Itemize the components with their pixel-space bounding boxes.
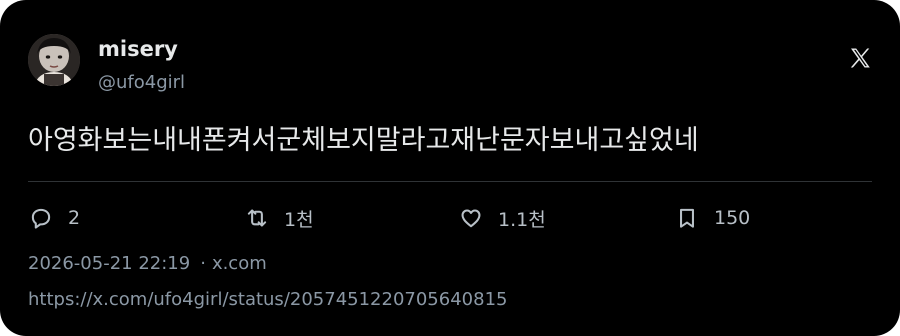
tweet-meta: 2026-05-21 22:19 · x.com: [28, 252, 267, 276]
x-logo-icon[interactable]: [848, 46, 872, 70]
reply-count: 2: [68, 207, 81, 229]
like-button[interactable]: 1.1천: [458, 196, 546, 240]
tweet-card: misery @ufo4girl 아영화보는내내폰켜서군체보지말라고재난문자보내…: [0, 0, 900, 336]
heart-icon: [461, 209, 481, 228]
reply-icon: [31, 208, 51, 229]
author-display-name[interactable]: misery: [98, 36, 178, 62]
timestamp[interactable]: 2026-05-21 22:19: [28, 253, 190, 274]
tweet-text: 아영화보는내내폰켜서군체보지말라고재난문자보내고싶었네: [28, 125, 699, 156]
like-count: 1.1천: [498, 208, 546, 231]
avatar-image-icon: [28, 34, 80, 86]
bookmark-button[interactable]: 150: [674, 196, 750, 240]
action-bar: 2 1천 1.1천 150: [0, 196, 900, 240]
retweet-count: 1천: [284, 208, 314, 231]
bookmark-count: 150: [714, 207, 751, 229]
bookmark-icon: [680, 208, 694, 228]
avatar[interactable]: [28, 34, 80, 86]
retweet-button[interactable]: 1천: [244, 196, 314, 240]
source-domain[interactable]: x.com: [212, 253, 267, 274]
reply-button[interactable]: 2: [28, 196, 80, 240]
divider: [28, 181, 872, 182]
author-handle[interactable]: @ufo4girl: [98, 72, 185, 94]
status-url[interactable]: https://x.com/ufo4girl/status/2057451220…: [28, 288, 507, 312]
retweet-icon: [247, 209, 267, 227]
meta-separator: ·: [200, 253, 206, 274]
